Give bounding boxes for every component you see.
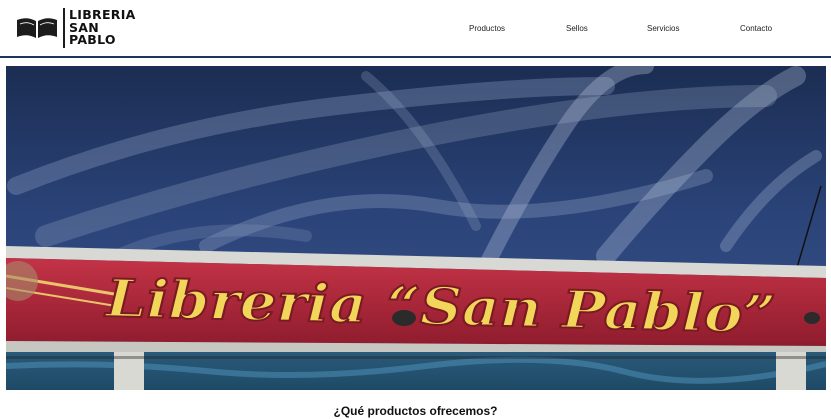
hero-image: Libreria “San Pablo” — [6, 66, 826, 390]
storefront-photo: Libreria “San Pablo” — [6, 66, 826, 390]
sign-shadow — [6, 356, 826, 359]
site-header: LIBRERIA SAN PABLO Productos Sellos Serv… — [0, 0, 831, 58]
brand-name: LIBRERIA SAN PABLO — [69, 8, 136, 47]
section-title: ¿Qué productos ofrecemos? — [333, 404, 498, 418]
sign-lamp-right — [804, 312, 820, 324]
brand-logo[interactable]: LIBRERIA SAN PABLO — [16, 8, 156, 48]
nav-sellos[interactable]: Sellos — [566, 24, 588, 33]
open-book-icon — [17, 18, 57, 38]
nav-contacto[interactable]: Contacto — [740, 24, 772, 33]
nav-productos[interactable]: Productos — [469, 24, 505, 33]
nav-servicios[interactable]: Servicios — [647, 24, 679, 33]
brand-line-3: PABLO — [69, 32, 116, 47]
logo-divider — [63, 8, 65, 48]
sign-lamp — [392, 310, 416, 326]
